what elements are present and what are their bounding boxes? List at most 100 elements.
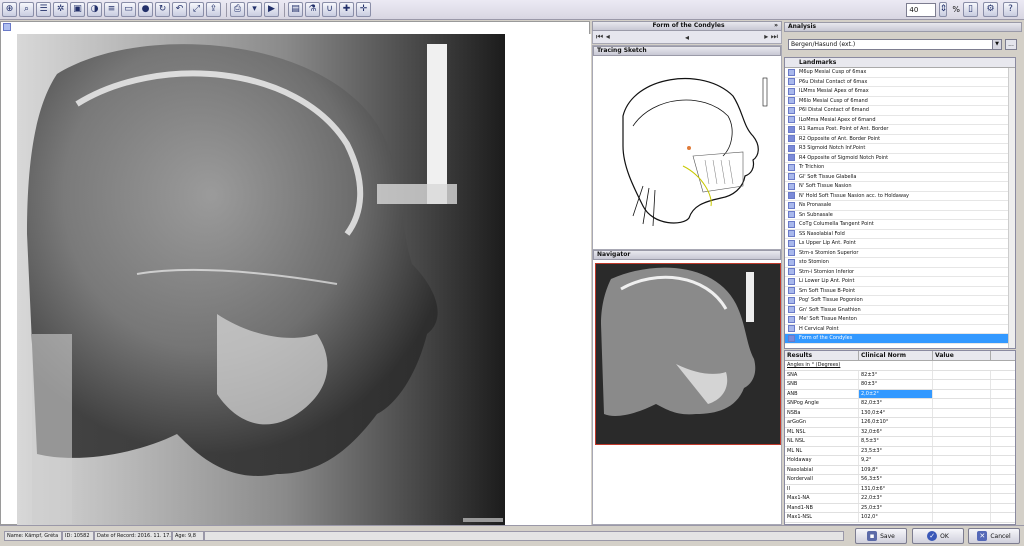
- landmark-unchecked-icon[interactable]: [788, 78, 795, 86]
- fit-icon[interactable]: ☰: [36, 2, 51, 17]
- contrast-icon[interactable]: ◑: [87, 2, 102, 17]
- page-icon[interactable]: ▯: [963, 2, 978, 17]
- landmark-item[interactable]: P6u Distal Contact of 6max: [785, 78, 1015, 87]
- gear-icon[interactable]: ⚙: [983, 2, 998, 17]
- results-row[interactable]: NL NSL 8,5±3°: [785, 437, 1015, 447]
- result-value[interactable]: [933, 370, 991, 379]
- zoom-out-icon[interactable]: ⌕: [19, 2, 34, 17]
- undo-icon[interactable]: ↶: [172, 2, 187, 17]
- image-icon[interactable]: ▤: [288, 2, 303, 17]
- landmark-item[interactable]: N' Soft Tissue Nasion: [785, 182, 1015, 192]
- landmark-item[interactable]: Me' Soft Tissue Menton: [785, 315, 1015, 325]
- landmark-item[interactable]: M6up Mesial Cusp of 6max: [785, 68, 1015, 78]
- landmark-item[interactable]: Form of the Condyles: [785, 334, 1015, 344]
- landmark-unchecked-icon[interactable]: [788, 325, 795, 333]
- result-value[interactable]: [933, 427, 991, 436]
- results-row[interactable]: SNPog Angle 82,0±3°: [785, 399, 1015, 409]
- result-value[interactable]: [933, 418, 991, 427]
- landmark-item[interactable]: Sm Soft Tissue B-Point: [785, 287, 1015, 296]
- landmark-item[interactable]: Gn' Soft Tissue Gnathion: [785, 306, 1015, 315]
- landmark-item[interactable]: R3 Sigmoid Notch Inf.Point: [785, 144, 1015, 154]
- landmark-checked-icon[interactable]: [788, 135, 795, 143]
- landmark-item[interactable]: sto Stomion: [785, 258, 1015, 268]
- results-row[interactable]: SNA 82±3°: [785, 370, 1015, 380]
- results-row[interactable]: SNB 80±3°: [785, 380, 1015, 390]
- landmark-unchecked-icon[interactable]: [788, 296, 795, 304]
- landmark-unchecked-icon[interactable]: [788, 173, 795, 181]
- landmark-unchecked-icon[interactable]: [788, 277, 795, 285]
- add-measure-icon[interactable]: ✛: [356, 2, 371, 17]
- landmark-item[interactable]: Pog' Soft Tissue Pogonion: [785, 296, 1015, 306]
- landmark-unchecked-icon[interactable]: [788, 306, 795, 314]
- play-icon[interactable]: ▶: [264, 2, 279, 17]
- result-value[interactable]: [933, 475, 991, 484]
- rotate-icon[interactable]: ↻: [155, 2, 170, 17]
- zoom-spinner-icon[interactable]: ⇕: [939, 2, 948, 17]
- analysis-browse-button[interactable]: ...: [1005, 39, 1017, 50]
- dropdown-icon[interactable]: ▾: [247, 2, 262, 17]
- results-row[interactable]: ML NL 23,5±3°: [785, 446, 1015, 456]
- landmark-unchecked-icon[interactable]: [788, 287, 795, 295]
- landmark-unchecked-icon[interactable]: [788, 87, 795, 95]
- results-row[interactable]: Nordervall 56,3±5°: [785, 475, 1015, 485]
- landmark-unchecked-icon[interactable]: [788, 230, 795, 238]
- results-col-norm[interactable]: Clinical Norm: [859, 351, 933, 360]
- result-value[interactable]: [933, 465, 991, 474]
- zoom-in-icon[interactable]: ⊕: [2, 2, 17, 17]
- car-icon[interactable]: ▭: [121, 2, 136, 17]
- next-icon[interactable]: ▸ ⏭: [764, 32, 778, 42]
- results-row[interactable]: Max1-NSL 102,0°: [785, 513, 1015, 523]
- zoom-input[interactable]: 40: [906, 2, 937, 17]
- prev-icon[interactable]: ◂: [685, 33, 689, 42]
- landmark-checked-icon[interactable]: [788, 144, 795, 152]
- collapse-icon[interactable]: »: [774, 22, 778, 30]
- landmark-unchecked-icon[interactable]: [788, 106, 795, 114]
- landmark-unchecked-icon[interactable]: [788, 201, 795, 209]
- print-icon[interactable]: ⎙: [230, 2, 245, 17]
- landmark-item[interactable]: CoTg Columella Tangent Point: [785, 220, 1015, 230]
- landmark-item[interactable]: R1 Ramus Post. Point of Ant. Border: [785, 125, 1015, 135]
- landmark-item[interactable]: N' Hold Soft Tissue Nasion acc. to Holda…: [785, 192, 1015, 201]
- landmark-unchecked-icon[interactable]: [788, 211, 795, 219]
- landmark-checked-icon[interactable]: [788, 125, 795, 133]
- landmark-item[interactable]: H Cervical Point: [785, 325, 1015, 334]
- landmark-item[interactable]: Tr Trichion: [785, 163, 1015, 173]
- landmark-item[interactable]: SS Nasolabial Fold: [785, 230, 1015, 239]
- landmark-unchecked-icon[interactable]: [788, 268, 795, 276]
- help-icon[interactable]: ?: [1003, 2, 1018, 17]
- fullscreen-icon[interactable]: ⤢: [189, 2, 204, 17]
- landmark-checked-icon[interactable]: [788, 334, 795, 342]
- result-value[interactable]: [933, 484, 991, 493]
- settings-icon[interactable]: ✲: [53, 2, 68, 17]
- landmark-item[interactable]: M6lo Mesial Cusp of 6mand: [785, 97, 1015, 106]
- add-point-icon[interactable]: ✚: [339, 2, 354, 17]
- result-value[interactable]: [933, 494, 991, 503]
- navigator-thumbnail[interactable]: [595, 263, 781, 445]
- landmark-checked-icon[interactable]: [788, 192, 795, 200]
- results-row[interactable]: ANB 2,0±2°: [785, 389, 1015, 399]
- first-icon[interactable]: ⏮ ◂: [596, 32, 610, 42]
- landmark-unchecked-icon[interactable]: [788, 249, 795, 257]
- horizontal-scroll-thumb[interactable]: [463, 518, 503, 522]
- landmark-unchecked-icon[interactable]: [788, 258, 795, 266]
- list-icon[interactable]: ≡: [104, 2, 119, 17]
- landmark-checked-icon[interactable]: [788, 154, 795, 162]
- xray-viewer[interactable]: [0, 21, 591, 530]
- result-value[interactable]: [933, 380, 991, 389]
- results-row[interactable]: NSBa 130,0±4°: [785, 408, 1015, 418]
- landmark-item[interactable]: Ns Pronasale: [785, 201, 1015, 211]
- landmarks-scrollbar[interactable]: [1008, 68, 1015, 348]
- ok-button[interactable]: ✓ OK: [912, 528, 964, 544]
- chevron-down-icon[interactable]: ▼: [992, 40, 1001, 49]
- landmark-item[interactable]: ILoMma Mesial Apex of 6mand: [785, 116, 1015, 125]
- circle-icon[interactable]: ●: [138, 2, 153, 17]
- analysis-select[interactable]: Bergen/Hasund (ext.) ▼: [788, 39, 1002, 50]
- landmark-item[interactable]: R2 Opposite of Ant. Border Point: [785, 135, 1015, 144]
- result-value[interactable]: [933, 446, 991, 455]
- cancel-button[interactable]: ✕ Cancel: [968, 528, 1020, 544]
- landmark-item[interactable]: ILMms Mesial Apex of 6max: [785, 87, 1015, 97]
- landmark-item[interactable]: Gl' Soft Tissue Glabella: [785, 173, 1015, 182]
- tracing-sketch-image[interactable]: [593, 56, 781, 236]
- landmark-unchecked-icon[interactable]: [788, 97, 795, 105]
- magnet-icon[interactable]: ∪: [322, 2, 337, 17]
